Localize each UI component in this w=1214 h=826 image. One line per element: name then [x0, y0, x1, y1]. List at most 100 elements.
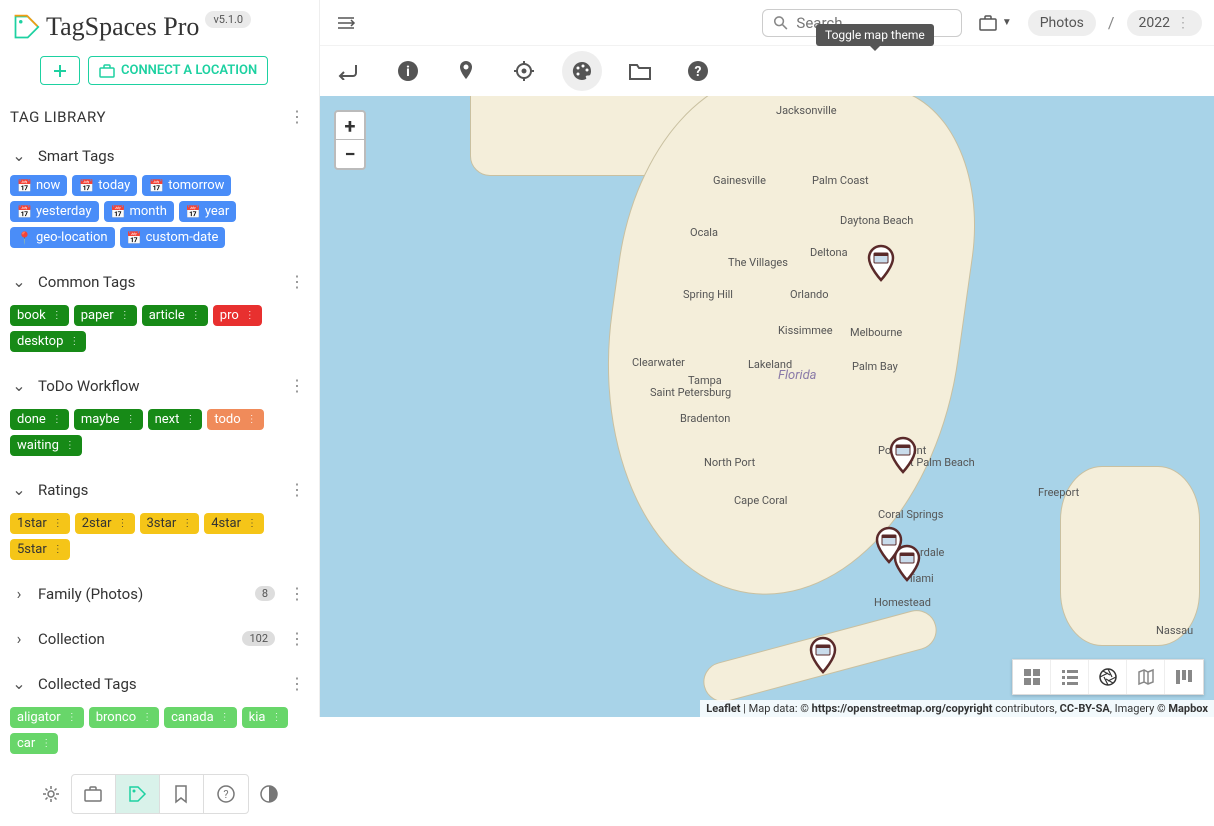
- add-button[interactable]: [40, 56, 80, 85]
- settings-button[interactable]: [31, 775, 71, 813]
- info-button[interactable]: i: [388, 51, 428, 91]
- tag-waiting[interactable]: waiting⋮: [10, 435, 82, 456]
- toggle-sidebar-button[interactable]: [332, 11, 360, 35]
- tag-car[interactable]: car⋮: [10, 733, 58, 754]
- kanban-view-button[interactable]: [1165, 660, 1203, 694]
- group-header[interactable]: ⌄Ratings⋮: [10, 470, 309, 509]
- tag-group: ⌄ToDo Workflow⋮done⋮maybe⋮next⋮todo⋮wait…: [10, 362, 309, 466]
- tag-article[interactable]: article⋮: [142, 305, 208, 326]
- tag-label: 4star: [211, 516, 241, 531]
- locate-button[interactable]: [504, 51, 544, 91]
- help-tab[interactable]: ?: [204, 775, 248, 813]
- tag-label: aligator: [17, 710, 61, 725]
- briefcase-icon: [83, 785, 103, 803]
- map-marker[interactable]: [866, 244, 896, 282]
- zoom-out-button[interactable]: −: [336, 140, 364, 168]
- tag-yesterday[interactable]: 📅yesterday: [10, 201, 99, 222]
- breadcrumb-current[interactable]: 2022⋮: [1127, 10, 1202, 36]
- tag-todo[interactable]: todo⋮: [207, 409, 263, 430]
- grid-view-button[interactable]: [1013, 660, 1051, 694]
- group-header[interactable]: ⌄ToDo Workflow⋮: [10, 366, 309, 405]
- folder-button[interactable]: [620, 51, 660, 91]
- map-marker[interactable]: [892, 544, 922, 582]
- chevron-down-icon: ⌄: [10, 376, 28, 395]
- map-marker[interactable]: [888, 436, 918, 474]
- tag-now[interactable]: 📅now: [10, 175, 67, 196]
- tag-group: ›Family (Photos)8⋮: [10, 570, 309, 615]
- tag-tomorrow[interactable]: 📅tomorrow: [142, 175, 231, 196]
- tag-menu-icon: ⋮: [41, 738, 51, 749]
- group-menu[interactable]: ⋮: [285, 580, 309, 607]
- group-menu[interactable]: ⋮: [285, 625, 309, 652]
- chevron-down-icon: ⌄: [10, 272, 28, 291]
- tags-container: aligator⋮bronco⋮canada⋮kia⋮car⋮: [10, 703, 309, 762]
- group-header[interactable]: ⌄Common Tags⋮: [10, 262, 309, 301]
- map-view[interactable]: JacksonvilleGainesvillePalm CoastOcalaDa…: [320, 96, 1214, 717]
- locations-tab[interactable]: [72, 775, 116, 813]
- connect-location-button[interactable]: CONNECT A LOCATION: [88, 56, 268, 85]
- group-menu[interactable]: ⋮: [285, 476, 309, 503]
- tag-today[interactable]: 📅today: [72, 175, 137, 196]
- tag-menu-icon: ⋮: [120, 310, 130, 321]
- group-menu[interactable]: ⋮: [285, 372, 309, 399]
- tag-paper[interactable]: paper⋮: [74, 305, 137, 326]
- bookmarks-tab[interactable]: [160, 775, 204, 813]
- tag-canada[interactable]: canada⋮: [164, 707, 237, 728]
- tag-year[interactable]: 📅year: [179, 201, 236, 222]
- tag-1star[interactable]: 1star⋮: [10, 513, 70, 534]
- city-label: Florida: [778, 368, 817, 383]
- tag-aligator[interactable]: aligator⋮: [10, 707, 84, 728]
- action-row: CONNECT A LOCATION: [10, 50, 309, 97]
- tag-done[interactable]: done⋮: [10, 409, 69, 430]
- help-button[interactable]: ?: [678, 51, 718, 91]
- tag-label: canada: [171, 710, 214, 725]
- tag-3star[interactable]: 3star⋮: [140, 513, 200, 534]
- tag-icon: [127, 784, 147, 804]
- group-menu[interactable]: ⋮: [285, 670, 309, 697]
- tag-menu-icon: ⋮: [142, 712, 152, 723]
- tag-pro[interactable]: pro⋮: [213, 305, 262, 326]
- tag-geo-location[interactable]: 📍geo-location: [10, 227, 115, 248]
- folder-icon: [628, 61, 652, 81]
- list-view-button[interactable]: [1051, 660, 1089, 694]
- group-title: Collection: [38, 630, 232, 648]
- tag-book[interactable]: book⋮: [10, 305, 69, 326]
- tags-container: book⋮paper⋮article⋮pro⋮ desktop⋮: [10, 301, 309, 360]
- tag-maybe[interactable]: maybe⋮: [74, 409, 143, 430]
- app-name: TagSpaces Pro: [46, 12, 199, 42]
- tag-next[interactable]: next⋮: [148, 409, 203, 430]
- logo-row: TagSpaces Pro v5.1.0: [10, 8, 309, 50]
- aperture-view-button[interactable]: [1089, 660, 1127, 694]
- tag-2star[interactable]: 2star⋮: [75, 513, 135, 534]
- aperture-icon: [1098, 667, 1118, 687]
- new-menu[interactable]: ▼: [974, 10, 1016, 36]
- group-menu[interactable]: ⋮: [285, 268, 309, 295]
- svg-text:i: i: [406, 64, 410, 80]
- tag-kia[interactable]: kia⋮: [242, 707, 289, 728]
- map-marker[interactable]: [808, 636, 838, 674]
- tag-bronco[interactable]: bronco⋮: [89, 707, 159, 728]
- breadcrumb-root[interactable]: Photos: [1028, 10, 1096, 36]
- city-label: Jacksonville: [776, 104, 837, 117]
- tag-4star[interactable]: 4star⋮: [204, 513, 264, 534]
- tag-label: todo: [214, 412, 240, 427]
- group-title: Ratings: [38, 481, 275, 499]
- list-icon: [1061, 668, 1079, 686]
- theme-button[interactable]: [562, 51, 602, 91]
- group-header[interactable]: ⌄Smart Tags: [10, 140, 309, 171]
- pin-button[interactable]: [446, 51, 486, 91]
- tag-desktop[interactable]: desktop⋮: [10, 331, 86, 352]
- group-title: Smart Tags: [38, 147, 309, 165]
- tag-custom-date[interactable]: 📅custom-date: [120, 227, 226, 248]
- zoom-in-button[interactable]: +: [336, 112, 364, 140]
- tag-5star[interactable]: 5star⋮: [10, 539, 70, 560]
- group-header[interactable]: ›Family (Photos)8⋮: [10, 574, 309, 613]
- back-button[interactable]: [332, 58, 362, 84]
- tag-month[interactable]: 📅month: [104, 201, 174, 222]
- theme-toggle[interactable]: [249, 775, 289, 813]
- group-header[interactable]: ⌄Collected Tags⋮: [10, 664, 309, 703]
- map-view-button[interactable]: [1127, 660, 1165, 694]
- tags-tab[interactable]: [116, 775, 160, 813]
- group-header[interactable]: ›Collection102⋮: [10, 619, 309, 658]
- tag-library-menu[interactable]: ⋮: [285, 103, 309, 130]
